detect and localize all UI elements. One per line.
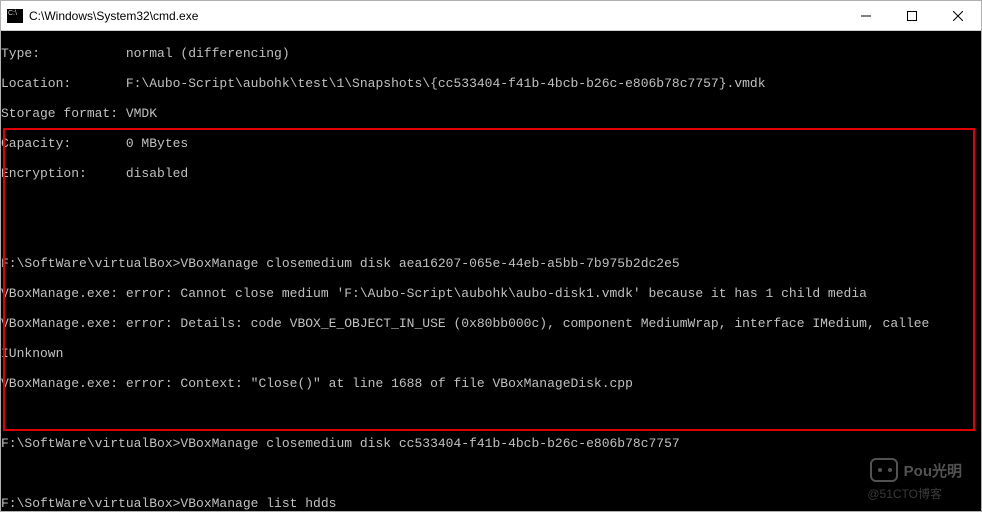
term-line: VBoxManage.exe: error: Details: code VBO… bbox=[1, 316, 981, 331]
watermark-chat-text: Pou光明 bbox=[904, 460, 962, 481]
term-line: Encryption: disabled bbox=[1, 166, 981, 181]
term-line: Capacity: 0 MBytes bbox=[1, 136, 981, 151]
term-blank bbox=[1, 226, 981, 241]
term-line: IUnknown bbox=[1, 346, 981, 361]
term-line: VBoxManage.exe: error: Context: "Close()… bbox=[1, 376, 981, 391]
close-button[interactable] bbox=[935, 1, 981, 30]
cmd-icon bbox=[7, 9, 23, 23]
window-title: C:\Windows\System32\cmd.exe bbox=[29, 9, 843, 23]
term-line: Storage format: VMDK bbox=[1, 106, 981, 121]
watermark-wechat: Pou光明 bbox=[870, 458, 962, 482]
watermark-site: @51CTO博客 bbox=[867, 485, 942, 502]
term-line: F:\SoftWare\virtualBox>VBoxManage closem… bbox=[1, 256, 981, 271]
term-line: Location: F:\Aubo-Script\aubohk\test\1\S… bbox=[1, 76, 981, 91]
term-line: F:\SoftWare\virtualBox>VBoxManage list h… bbox=[1, 496, 981, 511]
term-line: VBoxManage.exe: error: Cannot close medi… bbox=[1, 286, 981, 301]
term-blank bbox=[1, 196, 981, 211]
minimize-button[interactable] bbox=[843, 1, 889, 30]
term-blank bbox=[1, 466, 981, 481]
window-buttons bbox=[843, 1, 981, 30]
titlebar[interactable]: C:\Windows\System32\cmd.exe bbox=[1, 1, 981, 31]
term-line: F:\SoftWare\virtualBox>VBoxManage closem… bbox=[1, 436, 981, 451]
cmd-window: C:\Windows\System32\cmd.exe Type: normal… bbox=[0, 0, 982, 512]
term-blank bbox=[1, 406, 981, 421]
maximize-button[interactable] bbox=[889, 1, 935, 30]
terminal-output[interactable]: Type: normal (differencing) Location: F:… bbox=[1, 31, 981, 511]
term-line: Type: normal (differencing) bbox=[1, 46, 981, 61]
chat-icon bbox=[870, 458, 898, 482]
